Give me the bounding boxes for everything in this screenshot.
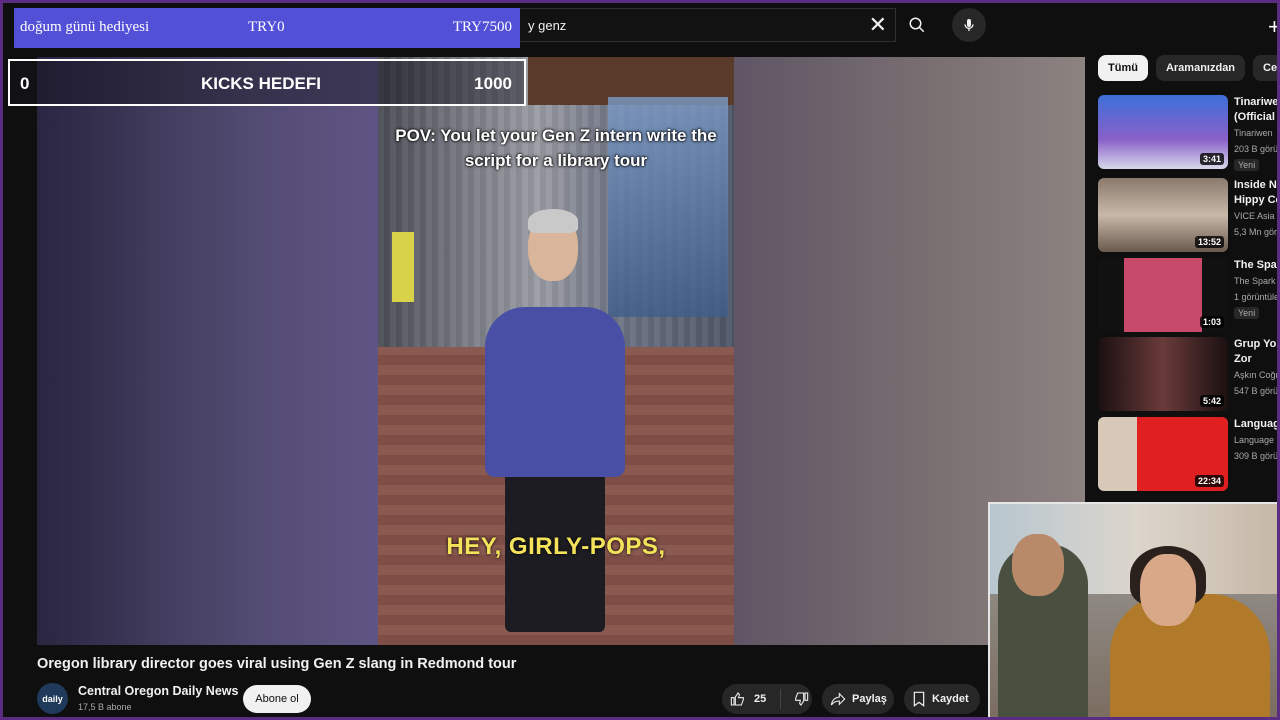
bookmark-icon bbox=[913, 691, 925, 707]
search-query: y genz bbox=[528, 18, 567, 33]
video-duration: 1:03 bbox=[1199, 316, 1224, 328]
recommendation-channel: VICE Asia bbox=[1234, 211, 1275, 221]
video-duration: 22:34 bbox=[1194, 475, 1224, 487]
video-thumbnail: 22:34 bbox=[1098, 417, 1228, 491]
blurred-background-left bbox=[37, 57, 378, 645]
video-title: Oregon library director goes viral using… bbox=[37, 656, 517, 672]
recommendation-channel: Language S bbox=[1234, 435, 1280, 445]
kicks-goal-label: KICKS HEDEFI bbox=[201, 74, 321, 93]
video-duration: 13:52 bbox=[1194, 236, 1224, 248]
video-player[interactable]: POV: You let your Gen Z intern write the… bbox=[37, 57, 1085, 645]
recommendation-views: 309 B görü bbox=[1234, 451, 1279, 461]
thumbs-down-icon bbox=[795, 692, 809, 706]
recommendation-channel: The Spark bbox=[1234, 276, 1276, 286]
recommendation-title-line2: Zor bbox=[1234, 353, 1252, 365]
recommendation-title-line2: (Official M bbox=[1234, 111, 1280, 123]
recommendation-item[interactable]: 1:03 The Spark The Spark 1 görüntüle Yen… bbox=[1098, 258, 1280, 332]
save-label: Kaydet bbox=[932, 693, 969, 705]
kicks-goal-min: 0 bbox=[20, 74, 30, 93]
filter-chips: Tümü Aramanızdan Centra bbox=[1098, 55, 1280, 81]
like-dislike-group: 25 bbox=[722, 684, 812, 714]
chip-channel[interactable]: Centra bbox=[1253, 55, 1280, 81]
close-icon[interactable]: ✕ bbox=[869, 13, 887, 37]
recommendation-views: 5,3 Mn gör bbox=[1234, 227, 1278, 237]
video-caption-top: POV: You let your Gen Z intern write the… bbox=[395, 126, 717, 170]
recommendation-title: Grup Yoru bbox=[1234, 338, 1280, 350]
search-icon bbox=[909, 17, 925, 33]
share-label: Paylaş bbox=[852, 693, 887, 705]
create-icon[interactable]: + bbox=[1268, 14, 1280, 40]
save-button[interactable]: Kaydet bbox=[904, 684, 980, 714]
recommendation-channel: Aşkın Coğr bbox=[1234, 370, 1279, 380]
like-count: 25 bbox=[754, 693, 767, 705]
recommendation-views: 1 görüntüle bbox=[1234, 292, 1280, 302]
recommendation-title: Tinariwen bbox=[1234, 96, 1280, 108]
new-badge: Yeni bbox=[1234, 159, 1260, 171]
kicks-goal-max: 1000 bbox=[474, 74, 512, 93]
person bbox=[485, 307, 625, 477]
gift-goal-overlay: doğum günü hediyesi TRY0 TRY7500 bbox=[14, 8, 520, 48]
recommendation-title: Inside Ne bbox=[1234, 179, 1280, 191]
gift-goal-target: TRY7500 bbox=[452, 19, 512, 35]
chip-all[interactable]: Tümü bbox=[1098, 55, 1148, 81]
microphone-icon bbox=[964, 19, 974, 31]
recommendation-item[interactable]: 22:34 Language Language S 309 B görü bbox=[1098, 417, 1280, 491]
video-thumbnail: 13:52 bbox=[1098, 178, 1228, 252]
recommendation-title: The Spark bbox=[1234, 259, 1280, 271]
recommendation-views: 203 B görü bbox=[1234, 144, 1279, 154]
video-thumbnail: 1:03 bbox=[1098, 258, 1228, 332]
new-badge: Yeni bbox=[1234, 307, 1260, 319]
video-caption-bottom: HEY, GIRLY-POPS, bbox=[446, 533, 666, 560]
channel-avatar[interactable]: daily bbox=[37, 683, 68, 714]
search-button[interactable] bbox=[896, 8, 938, 42]
chip-from-search[interactable]: Aramanızdan bbox=[1155, 55, 1246, 81]
kicks-goal-overlay: 0 KICKS HEDEFI 1000 bbox=[8, 59, 526, 106]
voice-search-button[interactable] bbox=[952, 8, 986, 42]
search-input[interactable]: y genz ✕ bbox=[470, 8, 896, 42]
video-thumbnail: 3:41 bbox=[1098, 95, 1228, 169]
video-thumbnail: 5:42 bbox=[1098, 337, 1228, 411]
recommendation-title-line2: Hippy Co bbox=[1234, 194, 1280, 206]
gift-goal-label: doğum günü hediyesi bbox=[20, 19, 150, 35]
thumbs-up-icon bbox=[730, 692, 744, 706]
recommendation-item[interactable]: 5:42 Grup Yoru Zor Aşkın Coğr 547 B görü bbox=[1098, 337, 1280, 411]
share-icon bbox=[830, 692, 846, 706]
dislike-button[interactable] bbox=[781, 691, 809, 707]
subscribe-button[interactable]: Abone ol bbox=[243, 685, 311, 713]
video-duration: 3:41 bbox=[1199, 153, 1224, 165]
share-button[interactable]: Paylaş bbox=[822, 684, 894, 714]
recommendation-title: Language bbox=[1234, 418, 1280, 430]
gift-goal-current: TRY0 bbox=[248, 19, 285, 35]
subscriber-count: 17,5 B abone bbox=[78, 702, 132, 712]
channel-name[interactable]: Central Oregon Daily News bbox=[78, 684, 238, 698]
video-frame: POV: You let your Gen Z intern write the… bbox=[378, 57, 734, 645]
webcam-overlay bbox=[988, 502, 1280, 720]
like-button[interactable]: 25 bbox=[722, 689, 781, 709]
recommendation-channel: Tinariwen bbox=[1234, 128, 1273, 138]
recommendation-views: 547 B görü bbox=[1234, 386, 1279, 396]
recommendation-item[interactable]: 13:52 Inside Ne Hippy Co VICE Asia 5,3 M… bbox=[1098, 178, 1280, 252]
recommendation-item[interactable]: 3:41 Tinariwen (Official M Tinariwen 203… bbox=[1098, 95, 1280, 171]
video-duration: 5:42 bbox=[1199, 395, 1224, 407]
